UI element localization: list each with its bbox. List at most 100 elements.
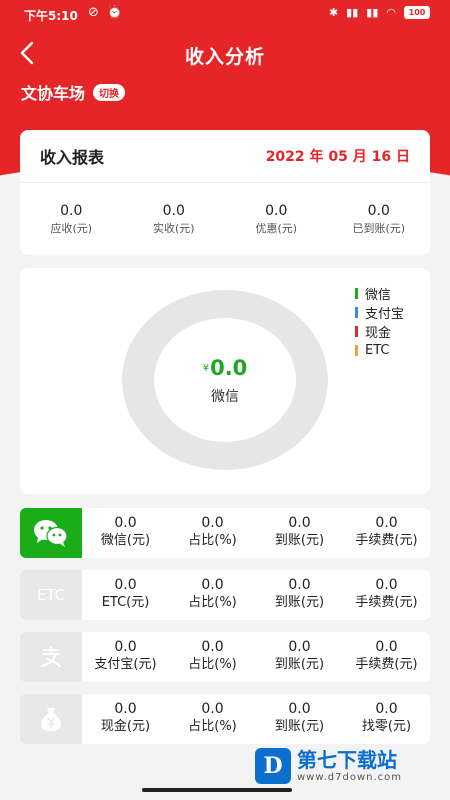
method-col: 0.0 手续费(元) <box>343 632 430 682</box>
stat-label: 优惠(元) <box>255 222 298 235</box>
legend-label: 支付宝 <box>365 307 405 322</box>
watermark-url: www.d7down.com <box>297 772 403 783</box>
stat-discount: 0.0 优惠(元) <box>231 203 321 236</box>
center-amount: 0.0 <box>210 356 248 380</box>
method-col: 0.0 占比(%) <box>169 632 256 682</box>
stat-settled: 0.0 已到账(元) <box>334 203 424 236</box>
method-col: 0.0 占比(%) <box>169 694 256 744</box>
report-stats: 0.0 应收(元) 0.0 实收(元) 0.0 优惠(元) 0.0 已到账(元) <box>20 183 430 236</box>
stat-value: 0.0 <box>367 203 390 219</box>
method-col: 0.0 到账(元) <box>256 694 343 744</box>
legend-item-wechat[interactable]: 微信 <box>355 284 404 303</box>
method-icon-box: ETC <box>20 570 82 620</box>
parking-lot-row: 文协车场 切换 <box>21 80 126 104</box>
report-date-picker[interactable]: 2022 年 05 月 16 日 <box>266 146 410 166</box>
method-value: 0.0 <box>375 639 398 655</box>
method-row-alipay[interactable]: 0.0 支付宝(元) 0.0 占比(%) 0.0 到账(元) 0.0 手续费(元) <box>20 632 430 682</box>
stat-label: 实收(元) <box>152 222 195 235</box>
money-bag-icon <box>41 708 61 731</box>
method-col: 0.0 微信(元) <box>82 508 169 558</box>
signal-icon-2: ▮▮ <box>366 6 379 19</box>
legend-color-marker <box>355 345 358 356</box>
method-value: 0.0 <box>288 577 311 593</box>
legend-color-marker <box>355 326 358 337</box>
page-title: 收入分析 <box>184 46 265 68</box>
status-bar: 下午5:10 ⊘ ⏰ ✱ ▮▮ ▮▮ ◠ 100 <box>0 0 450 28</box>
legend-item-etc[interactable]: ETC <box>355 341 404 360</box>
method-col: 0.0 现金(元) <box>82 694 169 744</box>
method-col: 0.0 找零(元) <box>343 694 430 744</box>
stat-value: 0.0 <box>60 203 83 219</box>
watermark-logo: D <box>255 748 291 784</box>
method-columns: 0.0 ETC(元) 0.0 占比(%) 0.0 到账(元) 0.0 手续费(元) <box>82 570 430 620</box>
report-title: 收入报表 <box>40 148 105 167</box>
donut-center-label: 微信 <box>211 389 239 405</box>
method-col: 0.0 ETC(元) <box>82 570 169 620</box>
method-label: 占比(%) <box>188 657 237 672</box>
legend-item-alipay[interactable]: 支付宝 <box>355 303 404 322</box>
currency-symbol: ¥ <box>202 363 210 374</box>
parking-lot-name: 文协车场 <box>21 84 86 103</box>
switch-lot-button[interactable]: 切换 <box>93 83 126 101</box>
watermark-text: 第七下载站 www.d7down.com <box>297 748 402 784</box>
method-row-wechat[interactable]: 0.0 微信(元) 0.0 占比(%) 0.0 到账(元) 0.0 手续费(元) <box>20 508 430 558</box>
watermark-name: 第七下载站 <box>297 748 397 772</box>
method-value: 0.0 <box>201 639 224 655</box>
alarm-icon: ⏰ <box>106 5 124 20</box>
stat-label: 已到账(元) <box>352 222 406 235</box>
income-report-card: 收入报表 2022 年 05 月 16 日 0.0 应收(元) 0.0 实收(元… <box>20 130 430 255</box>
method-col: 0.0 占比(%) <box>169 570 256 620</box>
sync-off-icon: ⊘ <box>88 5 99 20</box>
wechat-icon <box>34 520 68 547</box>
method-value: 0.0 <box>288 639 311 655</box>
method-value: 0.0 <box>201 577 224 593</box>
legend-label: 微信 <box>365 288 392 303</box>
method-value: 0.0 <box>201 701 224 717</box>
method-row-etc[interactable]: ETC 0.0 ETC(元) 0.0 占比(%) 0.0 到账(元) 0.0 手续费(元… <box>20 570 430 620</box>
method-value: 0.0 <box>375 577 398 593</box>
stat-receivable: 0.0 应收(元) <box>26 203 116 236</box>
legend-color-marker <box>355 288 358 299</box>
stat-label: 应收(元) <box>50 222 93 235</box>
method-label: 支付宝(元) <box>94 657 157 672</box>
method-label: ETC(元) <box>101 595 150 610</box>
method-icon-box <box>20 508 82 558</box>
method-value: 0.0 <box>375 515 398 531</box>
wifi-icon: ◠ <box>386 6 396 19</box>
status-right-icons: ✱ ▮▮ ▮▮ ◠ 100 <box>329 6 430 19</box>
method-label: 到账(元) <box>274 533 325 548</box>
method-value: 0.0 <box>114 515 137 531</box>
signal-icon: ▮▮ <box>346 6 359 19</box>
method-col: 0.0 占比(%) <box>169 508 256 558</box>
legend-label: 现金 <box>365 326 392 341</box>
method-label: 到账(元) <box>274 657 325 672</box>
method-col: 0.0 到账(元) <box>256 570 343 620</box>
method-col: 0.0 到账(元) <box>256 632 343 682</box>
method-col: 0.0 到账(元) <box>256 508 343 558</box>
method-label: 找零(元) <box>361 719 412 734</box>
method-value: 0.0 <box>375 701 398 717</box>
battery-icon: 100 <box>404 6 430 19</box>
method-col: 0.0 手续费(元) <box>343 508 430 558</box>
method-value: 0.0 <box>288 701 311 717</box>
method-value: 0.0 <box>114 577 137 593</box>
stat-value: 0.0 <box>162 203 185 219</box>
site-watermark: D 第七下载站 www.d7down.com <box>255 748 402 784</box>
etc-icon: ETC <box>36 586 66 604</box>
legend-color-marker <box>355 307 358 318</box>
method-value: 0.0 <box>114 639 137 655</box>
method-col: 0.0 手续费(元) <box>343 570 430 620</box>
report-header: 收入报表 2022 年 05 月 16 日 <box>20 130 430 183</box>
donut-inner-hole <box>154 318 296 442</box>
method-row-cash[interactable]: 0.0 现金(元) 0.0 占比(%) 0.0 到账(元) 0.0 找零(元) <box>20 694 430 744</box>
home-indicator[interactable] <box>142 788 292 792</box>
legend-item-cash[interactable]: 现金 <box>355 322 404 341</box>
method-label: 手续费(元) <box>355 657 418 672</box>
bluetooth-icon: ✱ <box>328 6 339 19</box>
method-columns: 0.0 现金(元) 0.0 占比(%) 0.0 到账(元) 0.0 找零(元) <box>82 694 430 744</box>
chart-legend: 微信 支付宝 现金 ETC <box>355 284 404 360</box>
stat-received: 0.0 实收(元) <box>129 203 219 236</box>
method-label: 手续费(元) <box>355 595 418 610</box>
payment-chart-card: ¥0.0 微信 微信 支付宝 现金 ETC <box>20 268 430 494</box>
method-label: 占比(%) <box>188 719 237 734</box>
